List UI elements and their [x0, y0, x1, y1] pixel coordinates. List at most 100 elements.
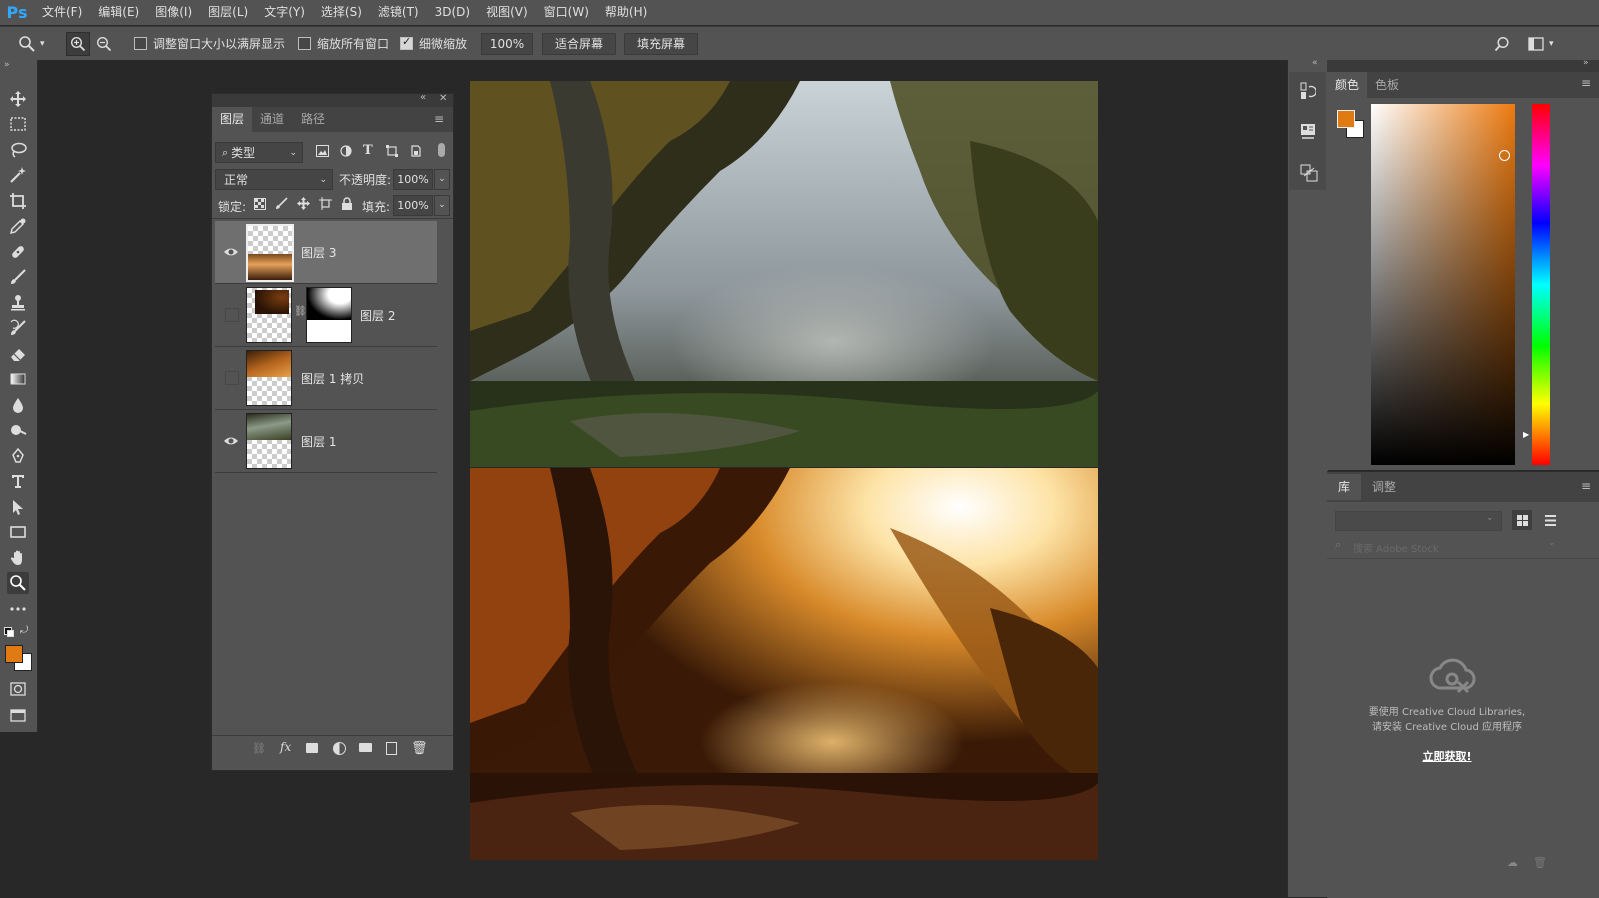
gradient-tool[interactable] — [7, 368, 29, 390]
zoom-all-check[interactable] — [298, 37, 311, 50]
stock-search-input[interactable]: 搜索 Adobe Stock — [1353, 540, 1439, 555]
list-view-button[interactable] — [1540, 510, 1560, 530]
move-tool[interactable] — [7, 88, 29, 110]
tab-paths[interactable]: 路径 — [292, 107, 334, 132]
layer-row[interactable]: 图层 3 — [215, 221, 437, 284]
close-icon[interactable]: ✕ — [439, 93, 447, 104]
menu-window[interactable]: 窗口(W) — [536, 0, 597, 25]
new-layer-icon[interactable] — [386, 742, 397, 755]
zoom-tool[interactable] — [7, 572, 29, 594]
quick-mask-button[interactable] — [7, 678, 29, 700]
tab-channels[interactable]: 通道 — [252, 107, 292, 132]
trash-icon[interactable]: 🗑 — [411, 741, 428, 756]
canvas-image-before[interactable] — [470, 81, 1098, 467]
default-colors-icon[interactable] — [4, 627, 14, 637]
eye-icon[interactable] — [223, 433, 239, 449]
lock-artboard-icon[interactable] — [319, 197, 332, 213]
menu-image[interactable]: 图像(I) — [147, 0, 200, 25]
fill-screen-button[interactable]: 填充屏幕 — [624, 32, 699, 55]
resize-windows-check[interactable] — [134, 37, 147, 50]
dodge-tool[interactable] — [7, 419, 29, 441]
filter-smart-object-icon[interactable] — [410, 145, 422, 160]
link-icon[interactable]: ⛓ — [294, 306, 307, 317]
glyphs-panel-icon[interactable] — [1300, 164, 1318, 185]
opacity-input[interactable]: 100% — [393, 169, 433, 190]
eyedropper-tool[interactable] — [7, 215, 29, 237]
canvas-image-after[interactable] — [470, 468, 1098, 860]
path-selection-tool[interactable] — [7, 496, 29, 518]
menu-file[interactable]: 文件(F) — [34, 0, 90, 25]
menu-edit[interactable]: 编辑(E) — [90, 0, 147, 25]
add-mask-icon[interactable] — [306, 743, 318, 753]
filter-type-icon[interactable]: T — [363, 143, 373, 158]
clone-stamp-tool[interactable] — [7, 292, 29, 314]
pen-tool[interactable] — [7, 445, 29, 467]
layer-row[interactable]: ⛓ 图层 2 — [215, 284, 437, 347]
zoom-out-button[interactable] — [96, 27, 112, 60]
menu-help[interactable]: 帮助(H) — [597, 0, 655, 25]
collapse-panel-icon[interactable]: « — [420, 92, 426, 103]
screen-mode-button[interactable] — [7, 704, 29, 726]
foreground-color-swatch[interactable] — [5, 645, 23, 663]
resize-windows-checkbox[interactable]: 调整窗口大小以满屏显示 — [134, 27, 285, 60]
blur-tool[interactable] — [7, 394, 29, 416]
menu-3d[interactable]: 3D(D) — [427, 0, 478, 25]
fill-slider-toggle[interactable]: ⌄ — [434, 195, 450, 216]
visibility-toggle[interactable] — [225, 371, 239, 385]
tab-swatches[interactable]: 色板 — [1367, 72, 1407, 98]
layer-mask-thumbnail[interactable] — [306, 287, 352, 343]
panel-menu-icon[interactable]: ≡ — [1581, 76, 1591, 90]
rectangle-tool[interactable] — [7, 521, 29, 543]
get-cc-link[interactable]: 立即获取! — [1327, 748, 1567, 764]
healing-brush-tool[interactable] — [7, 241, 29, 263]
menu-view[interactable]: 视图(V) — [478, 0, 536, 25]
hue-slider-handle[interactable]: ▶ — [1523, 430, 1529, 439]
fx-icon[interactable]: fx — [280, 740, 291, 754]
history-brush-tool[interactable] — [7, 317, 29, 339]
trash-icon[interactable]: 🗑 — [1533, 856, 1547, 869]
zoom-percentage-field[interactable]: 100% — [481, 32, 533, 55]
fit-screen-button[interactable]: 适合屏幕 — [542, 32, 617, 55]
tab-adjustments[interactable]: 调整 — [1363, 474, 1405, 500]
fill-input[interactable]: 100% — [393, 195, 433, 216]
cc-sync-icon[interactable]: ☁ — [1507, 856, 1518, 869]
collapse-panel-icon[interactable]: » — [1583, 58, 1589, 68]
hand-tool[interactable] — [7, 547, 29, 569]
layer-filter-dropdown[interactable]: ⌕ 类型 ⌄ — [215, 142, 303, 163]
grid-view-button[interactable] — [1512, 510, 1532, 530]
history-panel-icon[interactable] — [1300, 82, 1317, 103]
lock-pixels-brush-icon[interactable] — [275, 197, 288, 213]
blend-mode-dropdown[interactable]: 正常 ⌄ — [215, 169, 333, 190]
edit-toolbar-button[interactable] — [7, 598, 29, 620]
crop-tool[interactable] — [7, 190, 29, 212]
menu-type[interactable]: 文字(Y) — [256, 0, 313, 25]
menu-layer[interactable]: 图层(L) — [200, 0, 256, 25]
link-layers-icon[interactable]: ⛓ — [252, 742, 266, 755]
filter-toggle-switch[interactable] — [438, 143, 445, 157]
adjustment-layer-icon[interactable] — [333, 742, 346, 755]
lock-position-icon[interactable] — [297, 197, 310, 213]
zoom-in-button[interactable] — [66, 27, 90, 60]
filter-adjustment-icon[interactable] — [340, 145, 352, 160]
workspace-switcher[interactable]: ▾ — [1528, 27, 1554, 60]
lasso-tool[interactable] — [7, 139, 29, 161]
lock-transparent-icon[interactable] — [254, 198, 266, 213]
search-button[interactable] — [1494, 27, 1510, 60]
menu-select[interactable]: 选择(S) — [313, 0, 370, 25]
zoom-tool-preset-picker[interactable]: ▾ — [18, 27, 45, 60]
swap-colors-icon[interactable]: ⤾ — [20, 625, 28, 636]
color-picker-marker[interactable] — [1499, 150, 1510, 161]
layer-row[interactable]: 图层 1 拷贝 — [215, 347, 437, 410]
scrubby-zoom-checkbox[interactable]: 细微缩放 — [400, 27, 467, 60]
opacity-slider-toggle[interactable]: ⌄ — [434, 169, 450, 190]
menu-filter[interactable]: 滤镜(T) — [370, 0, 427, 25]
panel-menu-icon[interactable]: ≡ — [1581, 479, 1591, 493]
magic-wand-tool[interactable] — [7, 164, 29, 186]
filter-shape-icon[interactable] — [386, 145, 398, 160]
filter-pixel-layers-icon[interactable] — [316, 145, 329, 160]
eye-icon[interactable] — [223, 244, 239, 260]
collapse-dock-icon[interactable]: « — [1312, 58, 1318, 68]
foreground-color-chip[interactable] — [1337, 110, 1355, 128]
type-tool[interactable] — [7, 470, 29, 492]
marquee-tool[interactable] — [7, 113, 29, 135]
